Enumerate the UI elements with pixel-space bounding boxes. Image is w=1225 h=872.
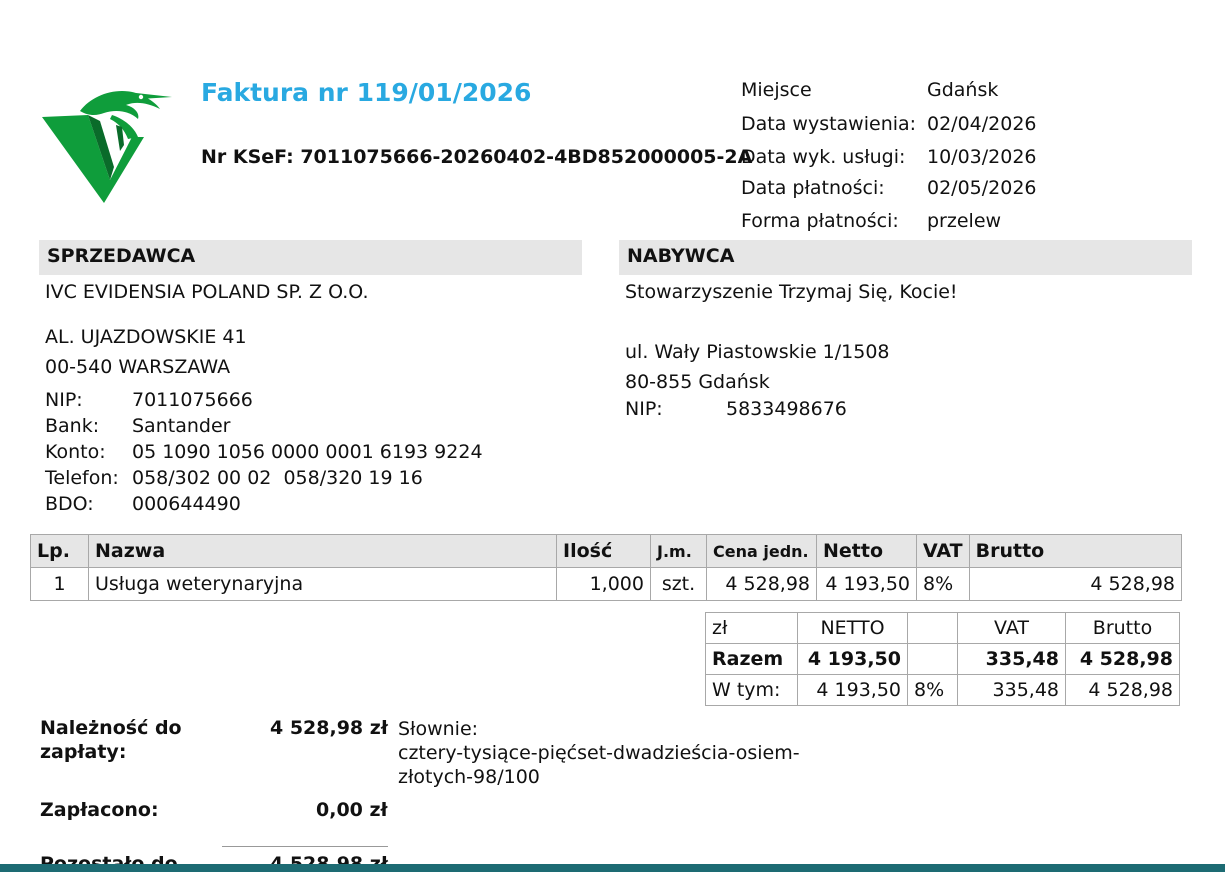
cell-net: 4 193,50 (816, 567, 917, 601)
summary-col-vat: VAT (957, 612, 1066, 644)
meta-label-place: Miejsce (741, 79, 812, 101)
items-table: Lp. Nazwa Ilość J.m. Cena jedn. Netto VA… (30, 534, 1183, 601)
seller-bank-value: Santander (132, 415, 231, 437)
summary-total-gross: 4 528,98 (1065, 643, 1180, 675)
meta-value-place: Gdańsk (927, 79, 999, 101)
summary-col-gross: Brutto (1065, 612, 1180, 644)
paid-label: Zapłacono: (40, 799, 159, 821)
summary-total-rate (907, 643, 958, 675)
summary-detail-rate: 8% (907, 674, 958, 706)
items-header-row: Lp. Nazwa Ilość J.m. Cena jedn. Netto VA… (30, 534, 1183, 568)
company-logo-icon (42, 91, 172, 203)
col-header-unit: J.m. (650, 534, 707, 568)
ksef-number: Nr KSeF: 7011075666-20260402-4BD85200000… (201, 146, 753, 168)
summary-detail-vat: 335,48 (957, 674, 1066, 706)
buyer-nip-label: NIP: (625, 398, 663, 420)
meta-label-issue-date: Data wystawienia: (741, 113, 917, 135)
summary-detail-label: W tym: (705, 674, 798, 706)
col-header-lp: Lp. (30, 534, 89, 568)
summary-total-label: Razem (705, 643, 798, 675)
seller-account-label: Konto: (45, 441, 106, 463)
meta-value-payment-date: 02/05/2026 (927, 177, 1037, 199)
col-header-qty: Ilość (556, 534, 651, 568)
cell-lp: 1 (30, 567, 89, 601)
divider (222, 846, 388, 847)
seller-heading: SPRZEDAWCA (39, 240, 582, 275)
summary-header-row: zł NETTO VAT Brutto (705, 612, 1180, 644)
amount-due-label-line2: zapłaty: (40, 741, 127, 763)
buyer-heading: NABYWCA (619, 240, 1192, 275)
col-header-gross: Brutto (968, 534, 1183, 568)
seller-name: IVC EVIDENSIA POLAND SP. Z O.O. (45, 281, 369, 303)
col-header-name: Nazwa (88, 534, 557, 568)
buyer-nip-value: 5833498676 (726, 398, 847, 420)
buyer-city: 80-855 Gdańsk (625, 371, 770, 393)
meta-label-payment-date: Data płatności: (741, 177, 885, 199)
seller-nip-label: NIP: (45, 389, 83, 411)
seller-bank-label: Bank: (45, 415, 100, 437)
cell-unit-price: 4 528,98 (706, 567, 817, 601)
meta-value-payment-method: przelew (927, 210, 1002, 232)
summary-total-row: Razem 4 193,50 335,48 4 528,98 (705, 643, 1180, 675)
bottom-bar (0, 864, 1225, 872)
seller-bdo-value: 000644490 (132, 493, 241, 515)
summary-detail-row: W tym: 4 193,50 8% 335,48 4 528,98 (705, 674, 1180, 706)
amount-due-label-line1: Należność do (40, 717, 182, 739)
col-header-vat: VAT (916, 534, 970, 568)
buyer-street: ul. Wały Piastowskie 1/1508 (625, 341, 890, 363)
cell-unit: szt. (650, 567, 707, 601)
summary-currency: zł (705, 612, 798, 644)
amount-in-words-label: Słownie: (398, 718, 479, 740)
seller-bdo-label: BDO: (45, 493, 94, 515)
table-row: 1 Usługa weterynaryjna 1,000 szt. 4 528,… (30, 567, 1183, 601)
amount-due-value: 4 528,98 zł (270, 717, 388, 739)
meta-value-service-date: 10/03/2026 (927, 146, 1037, 168)
cell-qty: 1,000 (556, 567, 651, 601)
meta-value-issue-date: 02/04/2026 (927, 113, 1037, 135)
summary-total-vat: 335,48 (957, 643, 1066, 675)
seller-nip-value: 7011075666 (132, 389, 253, 411)
seller-account-value: 05 1090 1056 0000 0001 6193 9224 (132, 441, 483, 463)
summary-col-rate (907, 612, 958, 644)
meta-label-payment-method: Forma płatności: (741, 210, 899, 232)
seller-street: AL. UJAZDOWSKIE 41 (45, 326, 247, 348)
amount-in-words-line1: cztery-tysiące-pięćset-dwadzieścia-osiem… (398, 742, 800, 764)
summary-col-net: NETTO (797, 612, 908, 644)
col-header-unit-price: Cena jedn. (706, 534, 817, 568)
vat-summary-table: zł NETTO VAT Brutto Razem 4 193,50 335,4… (705, 612, 1180, 706)
seller-phone-label: Telefon: (45, 467, 119, 489)
cell-vat: 8% (916, 567, 970, 601)
summary-detail-net: 4 193,50 (797, 674, 908, 706)
summary-total-net: 4 193,50 (797, 643, 908, 675)
seller-phone-value: 058/302 00 02 058/320 19 16 (132, 467, 423, 489)
meta-label-service-date: Data wyk. usługi: (741, 146, 906, 168)
cell-name: Usługa weterynaryjna (88, 567, 557, 601)
paid-value: 0,00 zł (316, 799, 388, 821)
col-header-net: Netto (816, 534, 917, 568)
buyer-name: Stowarzyszenie Trzymaj Się, Kocie! (625, 281, 958, 303)
seller-city: 00-540 WARSZAWA (45, 356, 231, 378)
invoice-title: Faktura nr 119/01/2026 (201, 78, 532, 107)
summary-detail-gross: 4 528,98 (1065, 674, 1180, 706)
amount-in-words-line2: złotych-98/100 (398, 766, 540, 788)
cell-gross: 4 528,98 (968, 567, 1183, 601)
